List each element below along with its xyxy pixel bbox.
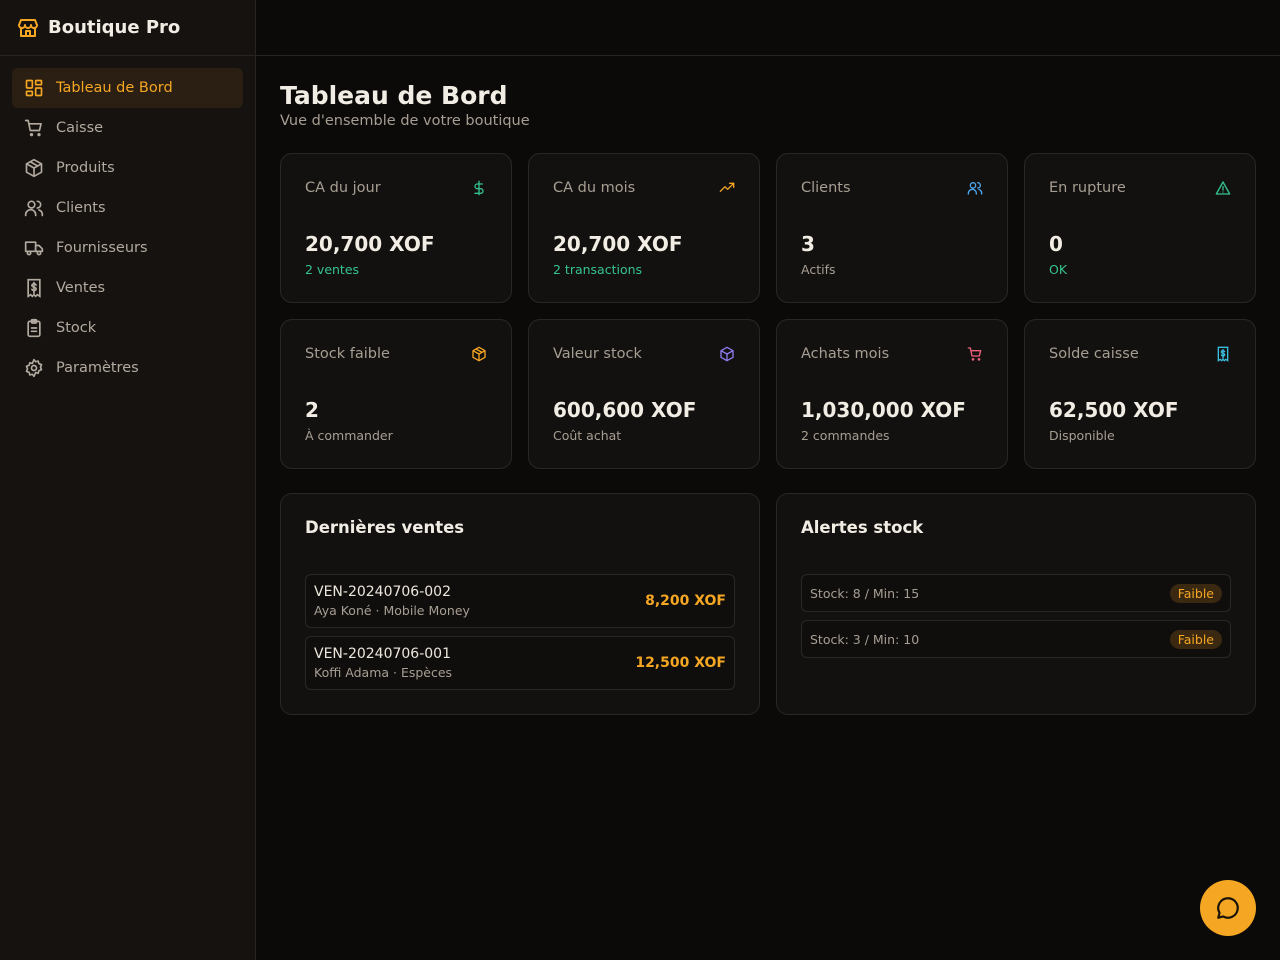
status-badge: Faible [1169, 583, 1222, 603]
sidebar-item-parametres[interactable]: Paramètres [12, 348, 243, 388]
sale-amount: 12,500 XOF [635, 655, 726, 671]
sale-amount: 8,200 XOF [645, 593, 726, 609]
top-bar [256, 0, 1280, 56]
stock-alert-text: Stock: 3 / Min: 10 [810, 631, 920, 647]
stat-card-clients: Clients 3 Actifs [776, 153, 1008, 303]
stat-value: 600,600 XOF [553, 398, 697, 422]
stat-label: Clients [801, 180, 851, 196]
sidebar-item-label: Tableau de Bord [56, 80, 173, 96]
stat-subtext: À commander [305, 428, 393, 443]
warning-icon [1215, 181, 1231, 195]
sidebar-item-label: Paramètres [56, 360, 139, 376]
receipt-icon [27, 278, 41, 298]
sidebar: Boutique Pro Tableau de Bord Caisse Prod… [0, 0, 256, 960]
sidebar-item-clients[interactable]: Clients [12, 188, 243, 228]
stat-subtext: 2 ventes [305, 262, 360, 277]
sidebar-item-fournisseurs[interactable]: Fournisseurs [12, 228, 243, 268]
recent-sales-list: VEN-20240706-002 Aya Koné · Mobile Money… [305, 574, 735, 690]
sidebar-item-ventes[interactable]: Ventes [12, 268, 243, 308]
cart-icon [967, 347, 982, 361]
sale-meta: Aya Koné · Mobile Money [314, 603, 470, 618]
stat-subtext: Disponible [1049, 428, 1115, 443]
receipt-icon [1217, 346, 1229, 362]
users-icon [24, 200, 44, 217]
sale-reference: VEN-20240706-002 [314, 584, 451, 600]
stat-label: Achats mois [801, 346, 890, 362]
recent-sales-title: Dernières ventes [305, 518, 465, 537]
sidebar-item-label: Stock [56, 320, 97, 336]
stat-label: Solde caisse [1049, 346, 1139, 362]
stat-card-achats-mois: Achats mois 1,030,000 XOF 2 commandes [776, 319, 1008, 469]
stock-alerts-list: Stock: 8 / Min: 15 Faible Stock: 3 / Min… [801, 574, 1231, 658]
page-subtitle: Vue d'ensemble de votre boutique [280, 113, 530, 129]
stat-card-solde-caisse: Solde caisse 62,500 XOF Disponible [1024, 319, 1256, 469]
stat-value: 0 [1049, 232, 1063, 256]
stat-value: 20,700 XOF [305, 232, 435, 256]
stat-value: 1,030,000 XOF [801, 398, 966, 422]
clipboard-icon [27, 318, 41, 338]
stat-label: Stock faible [305, 346, 390, 362]
stat-label: Valeur stock [553, 346, 642, 362]
store-icon [18, 18, 38, 37]
sidebar-item-produits[interactable]: Produits [12, 148, 243, 188]
panels: Dernières ventes VEN-20240706-002 Aya Ko… [280, 493, 1256, 715]
stat-subtext: Coût achat [553, 428, 622, 443]
stock-alerts-panel: Alertes stock Stock: 8 / Min: 15 Faible … [776, 493, 1256, 715]
stat-value: 20,700 XOF [553, 232, 683, 256]
stat-subtext: Actifs [801, 262, 836, 277]
stat-card-en-rupture: En rupture 0 OK [1024, 153, 1256, 303]
stock-alert-row[interactable]: Stock: 3 / Min: 10 Faible [801, 620, 1231, 658]
stat-value: 62,500 XOF [1049, 398, 1179, 422]
stat-subtext: OK [1049, 262, 1068, 277]
box-icon [472, 346, 486, 362]
sidebar-item-tableau-de-bord[interactable]: Tableau de Bord [12, 68, 243, 108]
chat-icon [1217, 897, 1239, 919]
stock-alert-text: Stock: 8 / Min: 15 [810, 585, 920, 601]
stat-card-ca-mois: CA du mois 20,700 XOF 2 transactions [528, 153, 760, 303]
cart-icon [24, 119, 42, 137]
brand[interactable]: Boutique Pro [0, 0, 255, 56]
sidebar-item-stock[interactable]: Stock [12, 308, 243, 348]
trending-up-icon [719, 182, 735, 192]
box-icon [720, 346, 734, 362]
sidebar-item-label: Fournisseurs [56, 240, 148, 256]
recent-sales-panel: Dernières ventes VEN-20240706-002 Aya Ko… [280, 493, 760, 715]
stock-alerts-title: Alertes stock [801, 518, 924, 537]
stat-value: 2 [305, 398, 319, 422]
chat-button[interactable] [1200, 880, 1256, 936]
sidebar-item-label: Caisse [56, 120, 104, 136]
box-icon [25, 158, 43, 178]
stats-grid: CA du jour 20,700 XOF 2 ventes CA du moi… [280, 153, 1256, 469]
stat-card-valeur-stock: Valeur stock 600,600 XOF Coût achat [528, 319, 760, 469]
sidebar-item-label: Produits [56, 160, 115, 176]
sidebar-nav: Tableau de Bord Caisse Produits Clients … [0, 56, 255, 400]
stock-alert-row[interactable]: Stock: 8 / Min: 15 Faible [801, 574, 1231, 612]
sale-meta: Koffi Adama · Espèces [314, 665, 453, 680]
sidebar-item-label: Ventes [56, 280, 106, 296]
stat-label: CA du mois [553, 180, 636, 196]
sidebar-item-caisse[interactable]: Caisse [12, 108, 243, 148]
stat-label: En rupture [1049, 180, 1126, 196]
gear-icon [25, 358, 43, 378]
sale-reference: VEN-20240706-001 [314, 646, 451, 662]
page-title: Tableau de Bord [280, 81, 508, 110]
stat-subtext: 2 commandes [801, 428, 890, 443]
dollar-icon [474, 180, 484, 196]
stat-subtext: 2 transactions [553, 262, 643, 277]
dashboard-icon [25, 79, 43, 97]
sale-row[interactable]: VEN-20240706-001 Koffi Adama · Espèces 1… [305, 636, 735, 690]
stat-card-stock-faible: Stock faible 2 À commander [280, 319, 512, 469]
sidebar-item-label: Clients [56, 200, 106, 216]
truck-icon [24, 241, 44, 256]
stat-label: CA du jour [305, 180, 381, 196]
stat-card-ca-jour: CA du jour 20,700 XOF 2 ventes [280, 153, 512, 303]
sale-row[interactable]: VEN-20240706-002 Aya Koné · Mobile Money… [305, 574, 735, 628]
app-name: Boutique Pro [48, 17, 181, 38]
users-icon [967, 182, 983, 195]
status-badge: Faible [1169, 629, 1222, 649]
stat-value: 3 [801, 232, 815, 256]
main-content: Tableau de Bord Vue d'ensemble de votre … [280, 80, 1256, 715]
